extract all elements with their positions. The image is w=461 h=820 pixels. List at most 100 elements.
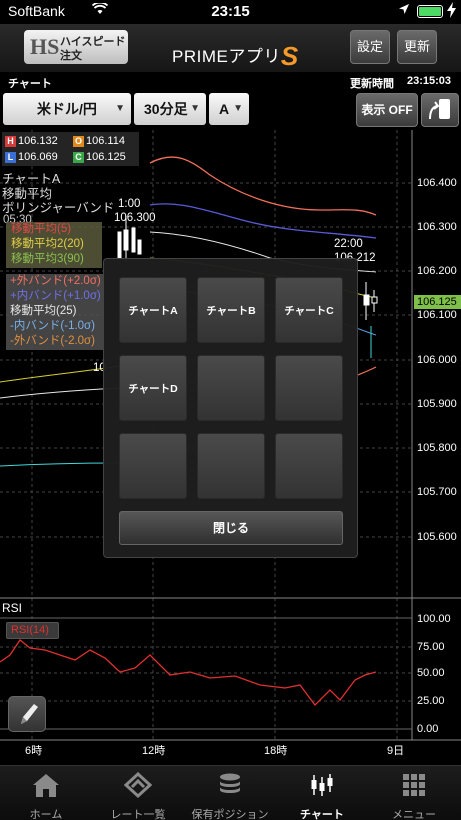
ma-legend-item: 移動平均2(20) (11, 238, 84, 250)
low-key: L (5, 151, 16, 163)
chart-tile-empty[interactable] (197, 355, 265, 421)
battery-icon (417, 5, 443, 18)
draw-tool-button[interactable] (8, 696, 46, 732)
ma-legend-item: 移動平均(5) (11, 223, 72, 235)
tab-positions[interactable]: 保有ポジション (184, 766, 276, 820)
rsi-label: RSI (2, 601, 23, 615)
bb-legend-item: -外バンド(-2.0σ) (10, 335, 95, 347)
rsi-badge[interactable]: RSI(14) (6, 622, 59, 639)
x-axis-label: 6時 (25, 745, 43, 757)
low-value: 106.069 (18, 151, 58, 163)
rotate-icon (429, 99, 450, 120)
tab-home[interactable]: ホーム (0, 766, 92, 820)
chevron-down-icon: ▼ (115, 103, 125, 114)
ohlc-panel: H 106.132 O 106.114 L 106.069 C 106.125 (2, 132, 139, 166)
pencil-icon (21, 704, 38, 724)
home-icon (33, 774, 59, 797)
chart-tile-b[interactable]: チャートB (197, 277, 265, 343)
hs-logo-mark: HS (30, 34, 60, 59)
refresh-button[interactable]: 更新 (397, 30, 437, 64)
chart-toolbar: 米ドル/円 ▼ 30分足 ▼ A ▼ 表示 OFF (0, 90, 461, 130)
current-price-tag: 106.125 (414, 295, 461, 309)
update-time-value: 23:15:03 (407, 75, 452, 87)
charging-icon (447, 2, 456, 21)
app-header: HS ハイスピード 注文 PRIMEアプリS 設定 更新 (0, 24, 461, 72)
update-time-label: 更新時間 (350, 78, 394, 90)
menu-grid-icon (403, 774, 425, 796)
close-key: C (73, 151, 84, 163)
bb-legend-item: -内バンド(-1.0σ) (10, 320, 95, 332)
tab-label: メニュー (392, 809, 436, 820)
close-value: 106.125 (86, 151, 126, 163)
bb-legend-item: 移動平均(25) (10, 305, 77, 317)
chart-tile-empty[interactable] (275, 433, 343, 499)
x-axis-label: 12時 (142, 745, 166, 757)
chart-select-modal: チャートA チャートB チャートC チャートD 閉じる (103, 258, 358, 558)
legend-chart-name: チャートA (2, 172, 61, 186)
chart-section-label: チャート (8, 78, 52, 90)
legend-indicator: 移動平均 (2, 186, 53, 201)
chart-type-value: A (219, 101, 230, 117)
rsi-axis-label: 25.00 (417, 695, 445, 707)
chevron-down-icon: ▼ (190, 103, 200, 114)
location-icon (398, 3, 410, 18)
rsi-axis-label: 75.00 (417, 641, 445, 653)
tab-label: チャート (300, 809, 344, 820)
close-button[interactable]: 閉じる (119, 511, 343, 545)
bb-legend-item: +外バンド(+2.0σ) (10, 275, 101, 287)
tab-chart[interactable]: チャート (276, 766, 368, 820)
chart-tile-empty[interactable] (275, 355, 343, 421)
price-axis-label: 106.100 (417, 309, 457, 321)
open-key: O (73, 135, 84, 147)
chart-tile-a[interactable]: チャートA (119, 277, 187, 343)
chart-tile-empty[interactable] (119, 433, 187, 499)
tab-label: ホーム (29, 809, 63, 820)
bottom-tab-bar: ホーム レート一覧 保有ポジション チャート メニュー (0, 765, 461, 820)
price-axis-label: 106.000 (417, 354, 457, 366)
settings-button[interactable]: 設定 (350, 30, 390, 64)
annotation-label: 1:00 (118, 198, 141, 210)
tab-rate-list[interactable]: レート一覧 (92, 766, 184, 820)
clock: 23:15 (211, 3, 250, 20)
chart-tile-empty[interactable] (197, 433, 265, 499)
currency-pair-select[interactable]: 米ドル/円 ▼ (3, 93, 131, 125)
display-toggle-button[interactable]: 表示 OFF (356, 93, 418, 127)
timeframe-select[interactable]: 30分足 ▼ (134, 93, 206, 125)
price-axis-label: 106.200 (417, 265, 457, 277)
price-axis-label: 106.400 (417, 177, 457, 189)
app-title-suffix: S (280, 41, 299, 71)
app-title: PRIMEアプリS (172, 38, 299, 71)
rsi-axis-label: 0.00 (417, 723, 439, 735)
price-axis-label: 105.600 (417, 531, 457, 543)
price-axis-label: 105.900 (417, 398, 457, 410)
open-value: 106.114 (86, 135, 125, 147)
rate-list-icon (124, 772, 152, 798)
app-title-text: PRIMEアプリ (172, 47, 281, 66)
tab-label: レート一覧 (110, 809, 166, 820)
position-icon (220, 773, 240, 793)
high-speed-order-button[interactable]: HS ハイスピード 注文 (24, 30, 128, 64)
tab-menu[interactable]: メニュー (368, 766, 460, 820)
x-axis-label: 9日 (387, 745, 405, 757)
bollinger-legend: +外バンド(+2.0σ) +内バンド(+1.0σ) 移動平均(25) -内バンド… (6, 274, 104, 350)
price-axis-label: 106.300 (417, 221, 457, 233)
chart-icon (311, 774, 333, 796)
chart-tile-c[interactable]: チャートC (275, 277, 343, 343)
chart-legend: チャートA 移動平均 ボリンジャーバンド (2, 172, 114, 216)
tab-label: 保有ポジション (191, 809, 269, 820)
high-value: 106.132 (18, 135, 58, 147)
x-axis-label: 18時 (264, 745, 288, 757)
ma-legend: 移動平均(5) 移動平均2(20) 移動平均3(90) (6, 222, 102, 268)
annotation-label: 106.300 (114, 212, 156, 224)
chart-tile-d[interactable]: チャートD (119, 355, 187, 421)
chart-type-select[interactable]: A ▼ (209, 93, 249, 125)
rotate-screen-button[interactable] (421, 93, 459, 127)
bb-legend-item: +内バンド(+1.0σ) (10, 290, 101, 302)
annotation-label: 22:00 (334, 238, 363, 250)
high-key: H (5, 135, 16, 147)
currency-pair-value: 米ドル/円 (37, 101, 97, 117)
ma-legend-item: 移動平均3(90) (11, 253, 84, 265)
status-bar: SoftBank 23:15 (0, 0, 461, 24)
price-axis-label: 105.700 (417, 486, 457, 498)
chevron-down-icon: ▼ (233, 103, 243, 114)
